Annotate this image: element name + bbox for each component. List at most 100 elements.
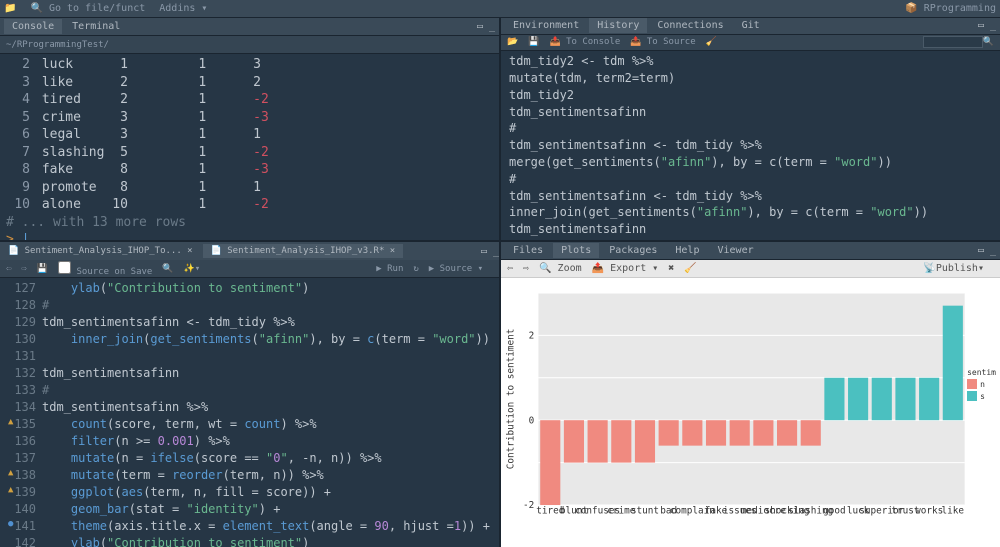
- prev-plot-icon[interactable]: ⇦: [507, 263, 513, 274]
- open-file-icon[interactable]: 📁: [4, 3, 16, 14]
- code-line[interactable]: tdm_sentimentsafinn %>%: [42, 399, 493, 416]
- gutter-line[interactable]: 132: [6, 365, 36, 382]
- tab-git[interactable]: Git: [734, 18, 768, 33]
- code-line[interactable]: ylab("Contribution to sentiment"): [42, 535, 493, 547]
- source-button[interactable]: ▶ Source ▾: [429, 264, 483, 274]
- code-line[interactable]: tdm_sentimentsafinn <- tdm_tidy %>%: [42, 314, 493, 331]
- code-line[interactable]: count(score, term, wt = count) %>%: [42, 416, 493, 433]
- history-line[interactable]: merge(get_sentiments("afinn"), by = c(te…: [509, 154, 992, 171]
- clear-plots-icon[interactable]: 🧹: [684, 263, 696, 274]
- code-line[interactable]: filter(n >= 0.001) %>%: [42, 433, 493, 450]
- pane-controls-icon[interactable]: ▭ _: [978, 20, 996, 31]
- gutter-line[interactable]: ●141: [6, 518, 36, 535]
- gutter-line[interactable]: 130: [6, 331, 36, 348]
- console-pane: Console Terminal ▭ _ ~/RProgrammingTest/…: [0, 18, 499, 240]
- run-button[interactable]: ▶ Run: [376, 264, 403, 274]
- save-history-icon[interactable]: 💾: [528, 37, 539, 47]
- next-plot-icon[interactable]: ⇨: [523, 263, 529, 274]
- console-prompt[interactable]: >: [6, 232, 14, 240]
- history-line[interactable]: #: [509, 171, 992, 188]
- history-line[interactable]: mutate(tdm, term2=term): [509, 70, 992, 87]
- tab-console[interactable]: Console: [4, 19, 62, 34]
- clear-history-icon[interactable]: 🧹: [706, 37, 717, 47]
- go-to-file-input[interactable]: 🔍 Go to file/funct: [30, 3, 145, 14]
- gutter-line[interactable]: 128: [6, 297, 36, 314]
- to-console-button[interactable]: 📤 To Console: [549, 37, 620, 47]
- editor-tab-2[interactable]: 📄 Sentiment_Analysis_IHOP_v3.R* ×: [203, 244, 404, 258]
- console-output[interactable]: 2 luck 1 1 33 like 2 1 24 tired 2 1 -25 …: [0, 54, 499, 240]
- code-line[interactable]: ylab("Contribution to sentiment"): [42, 280, 493, 297]
- history-line[interactable]: tdm_tidy2 <- tdm %>%: [509, 53, 992, 70]
- bar-bad: [659, 420, 679, 445]
- pane-controls-icon[interactable]: ▭ _: [477, 21, 495, 32]
- code-editor[interactable]: 127128129130131132133134▲135136137▲138▲1…: [0, 278, 499, 547]
- code-line[interactable]: mutate(n = ifelse(score == "0", -n, n)) …: [42, 450, 493, 467]
- code-line[interactable]: theme(axis.title.x = element_text(angle …: [42, 518, 493, 535]
- code-line[interactable]: geom_bar(stat = "identity") +: [42, 501, 493, 518]
- tab-packages[interactable]: Packages: [601, 243, 665, 258]
- history-line[interactable]: tdm_sentimentsafinn: [509, 104, 992, 121]
- code-line[interactable]: #: [42, 382, 493, 399]
- gutter-line[interactable]: 137: [6, 450, 36, 467]
- gutter-line[interactable]: 129: [6, 314, 36, 331]
- tab-history[interactable]: History: [589, 18, 647, 33]
- history-line[interactable]: tdm_sentimentsafinn <- tdm_tidy %>%: [509, 188, 992, 205]
- pane-controls-icon[interactable]: ▭ _: [978, 245, 996, 256]
- console-row: 7 slashing 5 1 -2: [6, 144, 493, 162]
- code-line[interactable]: ggplot(aes(term, n, fill = score)) +: [42, 484, 493, 501]
- tab-help[interactable]: Help: [667, 243, 707, 258]
- history-line[interactable]: #: [509, 120, 992, 137]
- tab-environment[interactable]: Environment: [505, 18, 587, 33]
- gutter-line[interactable]: ▲135: [6, 416, 36, 433]
- publish-button[interactable]: 📡 Publish ▾: [923, 263, 984, 274]
- gutter-line[interactable]: ▲139: [6, 484, 36, 501]
- history-line[interactable]: tdm_tidy2: [509, 87, 992, 104]
- tab-terminal[interactable]: Terminal: [64, 19, 128, 34]
- gutter-line[interactable]: 142: [6, 535, 36, 547]
- console-row: 3 like 2 1 2: [6, 74, 493, 92]
- wand-icon[interactable]: ✨▾: [184, 264, 201, 274]
- tab-files[interactable]: Files: [505, 243, 551, 258]
- export-button[interactable]: 📤 Export ▾: [592, 263, 659, 274]
- history-line[interactable]: inner_join(get_sentiments("afinn"), by =…: [509, 204, 992, 221]
- console-row: 8 fake 8 1 -3: [6, 161, 493, 179]
- search-history-input[interactable]: [923, 36, 983, 48]
- code-line[interactable]: #: [42, 297, 493, 314]
- bar-tired: [540, 420, 560, 505]
- back-icon[interactable]: ⇦: [6, 264, 11, 274]
- gutter-line[interactable]: 140: [6, 501, 36, 518]
- bar-complain: [682, 420, 702, 445]
- history-list[interactable]: tdm_tidy2 <- tdm %>%mutate(tdm, term2=te…: [501, 51, 1000, 240]
- code-line[interactable]: tdm_sentimentsafinn: [42, 365, 493, 382]
- bar-mediocre: [753, 420, 773, 445]
- history-line[interactable]: tdm_sentimentsafinn: [509, 221, 992, 238]
- pane-controls-icon[interactable]: ▭ _: [481, 246, 499, 257]
- svg-text:like: like: [942, 505, 965, 516]
- tab-connections[interactable]: Connections: [649, 18, 731, 33]
- code-line[interactable]: inner_join(get_sentiments("afinn"), by =…: [42, 331, 493, 348]
- remove-plot-icon[interactable]: ✖: [668, 263, 674, 274]
- zoom-button[interactable]: 🔍 Zoom: [539, 263, 582, 274]
- gutter-line[interactable]: ▲138: [6, 467, 36, 484]
- code-line[interactable]: mutate(term = reorder(term, n)) %>%: [42, 467, 493, 484]
- gutter-line[interactable]: 131: [6, 348, 36, 365]
- to-source-button[interactable]: 📤 To Source: [630, 37, 695, 47]
- find-icon[interactable]: 🔍: [162, 264, 173, 274]
- code-line[interactable]: [42, 348, 493, 365]
- history-line[interactable]: tdm_sentimentsafinn <- tdm_tidy %>%: [509, 137, 992, 154]
- tab-viewer[interactable]: Viewer: [709, 243, 761, 258]
- addins-dropdown[interactable]: Addins ▾: [159, 3, 207, 14]
- forward-icon[interactable]: ⇨: [21, 264, 26, 274]
- gutter-line[interactable]: 127: [6, 280, 36, 297]
- editor-tab-1[interactable]: 📄 Sentiment_Analysis_IHOP_To... ×: [0, 244, 201, 258]
- gutter-line[interactable]: 136: [6, 433, 36, 450]
- rerun-icon[interactable]: ↻: [413, 264, 418, 274]
- source-on-save-checkbox[interactable]: [58, 261, 71, 274]
- tab-plots[interactable]: Plots: [553, 243, 599, 258]
- gutter-line[interactable]: 133: [6, 382, 36, 399]
- project-menu[interactable]: 📦 RProgramming: [905, 3, 996, 14]
- console-row: 9 promote 8 1 1: [6, 179, 493, 197]
- gutter-line[interactable]: 134: [6, 399, 36, 416]
- save-icon[interactable]: 💾: [37, 264, 48, 274]
- load-history-icon[interactable]: 📂: [507, 37, 518, 47]
